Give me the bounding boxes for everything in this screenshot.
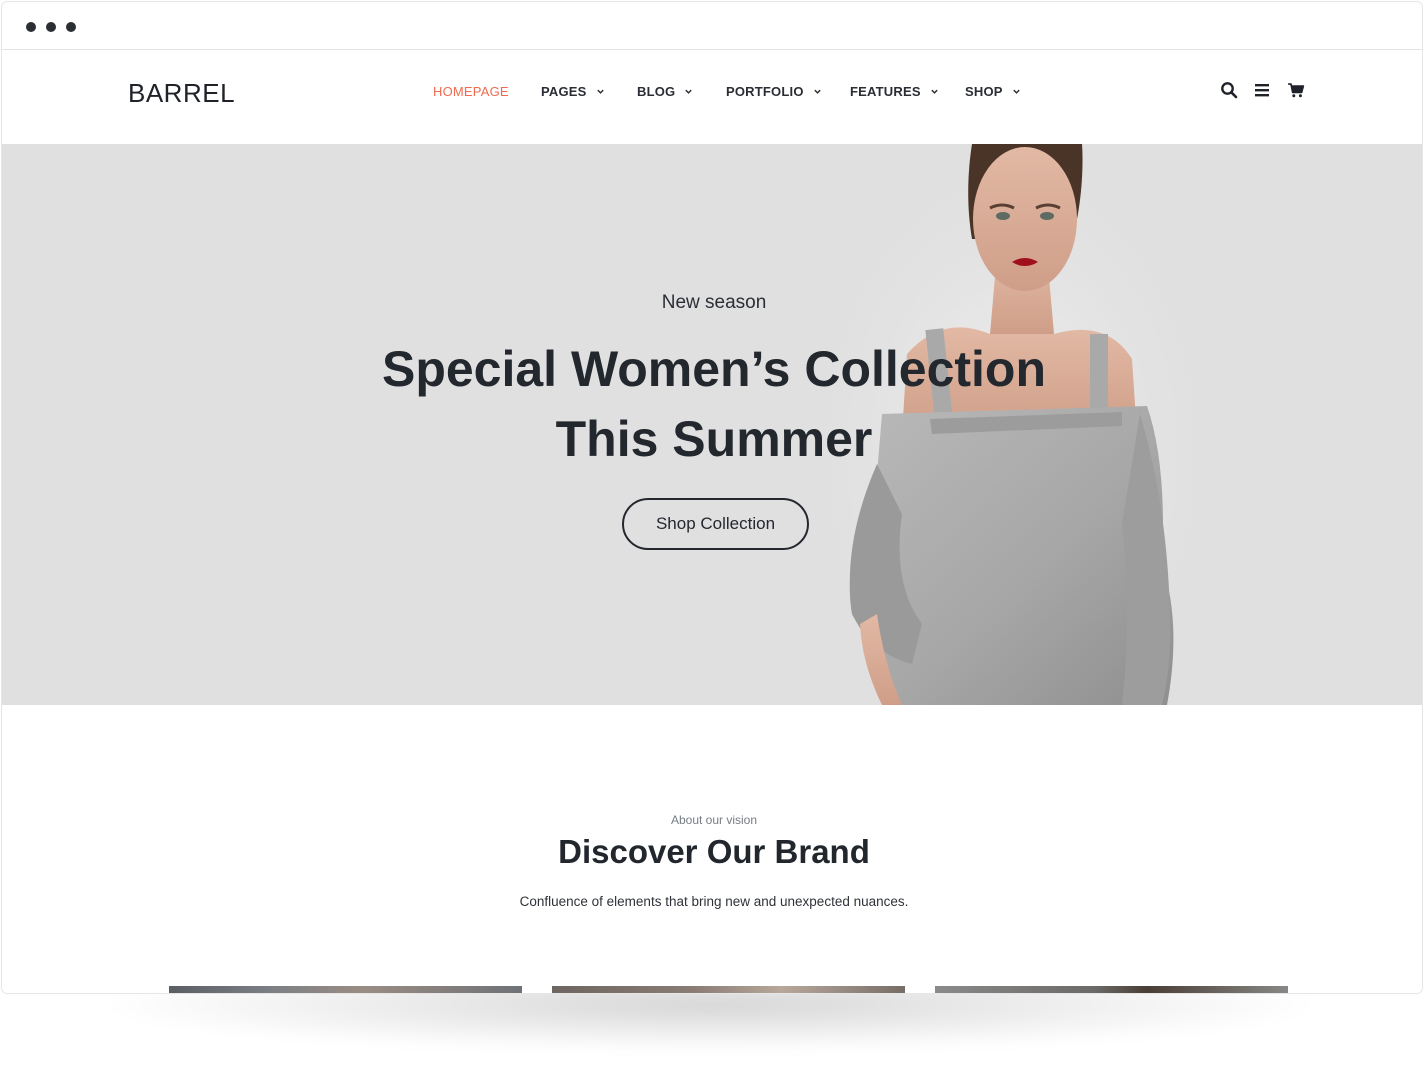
hero-eyebrow: New season <box>661 292 767 313</box>
section-eyebrow: About our vision <box>670 813 758 827</box>
collection-image-2[interactable] <box>552 986 905 993</box>
header-actions <box>2 81 1422 103</box>
shop-collection-button[interactable]: Shop Collection <box>622 498 809 550</box>
window-dot-2 <box>46 22 56 32</box>
section-description: Confluence of elements that bring new an… <box>519 894 909 909</box>
browser-window: BARREL HOMEPAGE PAGES BLOG PORTFOLIO FEA… <box>1 1 1423 994</box>
hero-banner: New season Special Women’s Collection Th… <box>2 144 1422 705</box>
collection-image-1[interactable] <box>169 986 522 993</box>
site-header: BARREL HOMEPAGE PAGES BLOG PORTFOLIO FEA… <box>2 51 1422 144</box>
cart-icon[interactable] <box>1287 81 1307 101</box>
window-dot-3 <box>66 22 76 32</box>
search-icon[interactable] <box>1220 81 1240 101</box>
menu-icon[interactable] <box>1254 81 1274 101</box>
hero-title-line-2: This Summer <box>555 411 873 467</box>
section-title: Discover Our Brand <box>558 833 870 870</box>
window-dot-1 <box>26 22 36 32</box>
collection-image-3[interactable] <box>935 986 1288 993</box>
browser-titlebar <box>2 2 1422 50</box>
hero-title: Special Women’s Collection This Summer <box>2 334 1422 474</box>
hero-title-line-1: Special Women’s Collection <box>381 341 1047 397</box>
about-section: About our vision Discover Our Brand Conf… <box>2 705 1422 993</box>
